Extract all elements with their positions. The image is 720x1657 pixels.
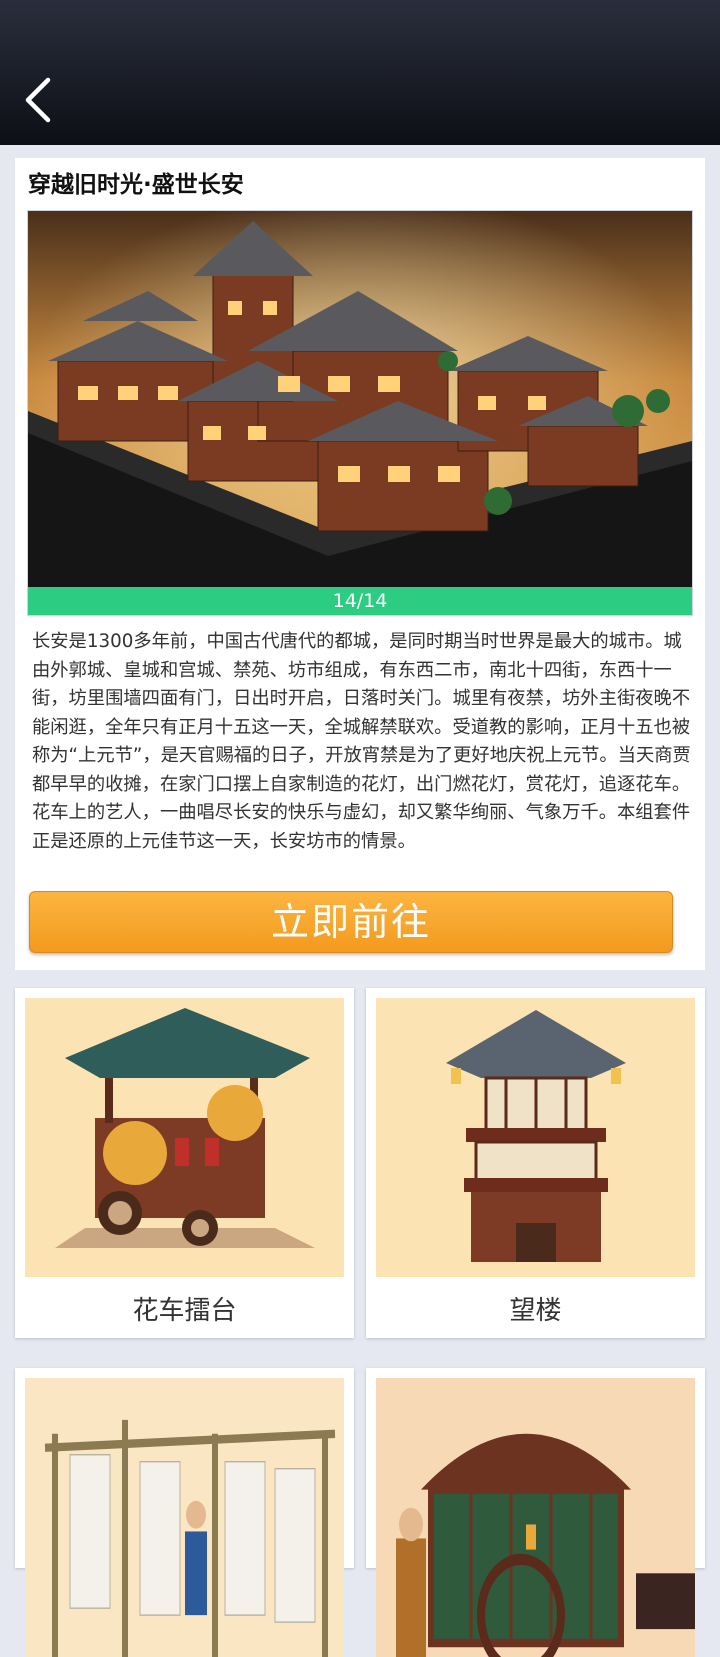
item-label: 花车擂台 (132, 1296, 237, 1326)
feature-title: 穿越旧时光·盛世长安 (28, 172, 244, 198)
float-stage-image (25, 998, 344, 1277)
chevron-left-icon (25, 77, 51, 123)
carriage-image (376, 1378, 695, 1657)
go-now-button[interactable]: 立即前往 (29, 891, 673, 953)
painting-stall-image (25, 1378, 344, 1657)
item-card[interactable] (15, 1368, 354, 1657)
item-label: 望楼 (509, 1296, 562, 1326)
item-card[interactable]: 望楼 (366, 988, 705, 1338)
hero-carousel[interactable]: 14/14 (27, 210, 693, 616)
chang-an-city-image (28, 211, 692, 589)
item-card[interactable]: 花车擂台 (15, 988, 354, 1338)
watchtower-image (376, 998, 695, 1277)
back-button[interactable] (14, 76, 62, 124)
item-card[interactable] (366, 1368, 705, 1657)
feature-card: 穿越旧时光·盛世长安 14/14 长安是1300多年前，中国古代唐代的都城，是同… (15, 158, 705, 970)
carousel-page-indicator: 14/14 (28, 587, 692, 615)
top-bar (0, 0, 720, 145)
feature-description: 长安是1300多年前，中国古代唐代的都城，是同时期当时世界是最大的城市。城由外郭… (32, 631, 691, 852)
